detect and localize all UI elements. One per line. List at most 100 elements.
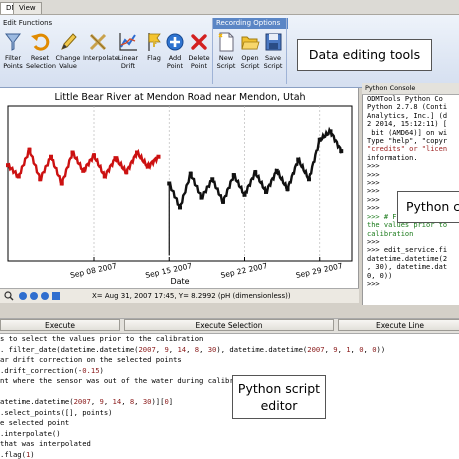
x-tick-label: Sep 22 2007 — [220, 261, 269, 280]
editor-line: atetime.datetime(2007, 9, 14, 8, 30)][0] — [0, 397, 174, 406]
data-point — [6, 163, 10, 168]
open-folder-icon — [241, 36, 260, 50]
data-point — [156, 154, 161, 159]
python-script-editor[interactable]: s to select the values prior to the cali… — [0, 334, 459, 459]
delete-point-label-2: Point — [190, 61, 208, 70]
python-script-editor-callout: Python script editor — [232, 375, 326, 419]
data-point — [145, 164, 150, 169]
data-point — [253, 170, 258, 175]
filter-points-button[interactable]: Filter Points — [0, 31, 27, 70]
delete-x-icon — [191, 34, 207, 50]
change-value-label-2: Value — [59, 61, 77, 70]
data-point — [178, 205, 182, 210]
data-point — [38, 177, 43, 182]
interpolate-icon — [89, 33, 107, 51]
console-line: "credits" or "licen — [367, 145, 448, 154]
editor-line: that was interpolated — [0, 439, 91, 448]
console-line: >>> — [367, 162, 380, 171]
execute-line-button[interactable]: Execute Line — [338, 319, 459, 331]
change-value-button[interactable]: Change Value — [54, 31, 82, 70]
console-line: Python 2.7.8 (Conti — [367, 103, 448, 112]
series-line-1 — [168, 126, 343, 208]
undo-arrow-icon — [31, 33, 50, 51]
x-tick-label: Sep 08 2007 — [69, 261, 118, 280]
forward-icon[interactable] — [30, 292, 38, 300]
data-point — [221, 199, 225, 204]
editor-line: s to select the values prior to the cali… — [0, 334, 204, 343]
data-point — [285, 187, 290, 192]
data-point — [27, 147, 32, 152]
data-point — [210, 177, 215, 182]
console-line: calibration — [367, 229, 414, 238]
python-console-callout: Python co — [397, 191, 459, 223]
data-point — [328, 129, 333, 134]
console-line: datetime.datetime(2 — [367, 254, 448, 263]
back-icon[interactable] — [19, 292, 27, 300]
plus-circle-icon — [166, 33, 184, 51]
data-point — [199, 195, 204, 200]
editor-line: ar drift correction on the selected poin… — [0, 355, 182, 364]
plot-panel: Little Bear River at Mendon Road near Me… — [0, 88, 359, 302]
console-line: >>> edit_service.fi — [367, 246, 448, 255]
data-point — [242, 192, 247, 197]
console-line: >>> — [367, 179, 380, 188]
plot-navigation-icons — [4, 291, 64, 301]
new-script-label-2: Script — [216, 61, 236, 70]
data-point — [124, 170, 129, 175]
editor-line: .drift_correction(-0.15) — [0, 365, 104, 375]
pencil-icon — [61, 33, 77, 50]
save-figure-icon[interactable] — [52, 292, 60, 300]
pan-icon[interactable] — [41, 292, 49, 300]
console-line: Analytics, Inc.] (d — [367, 111, 448, 120]
save-script-button[interactable]: Save Script — [260, 31, 286, 70]
new-script-button[interactable]: New Script — [213, 31, 239, 70]
reset-selection-button[interactable]: Reset Selection — [26, 31, 56, 70]
zoom-icon[interactable] — [4, 291, 14, 301]
top-tab-bar — [0, 0, 459, 15]
console-line: Type "help", "copyr — [367, 137, 448, 146]
editor-line: nt where the sensor was out of the water… — [0, 376, 256, 385]
reset-selection-label-2: Selection — [26, 61, 56, 70]
console-line: >>> — [367, 237, 380, 246]
python-script-callout-line2: editor — [260, 398, 298, 413]
data-point — [113, 156, 118, 161]
console-line: >>> — [367, 170, 380, 179]
data-point — [307, 177, 311, 182]
tab-view[interactable]: View — [13, 2, 42, 14]
editor-line: .interpolate() — [0, 428, 61, 438]
chart-title: Little Bear River at Mendon Road near Me… — [54, 92, 305, 103]
data-point — [16, 174, 21, 179]
plot-frame — [7, 105, 353, 262]
x-tick-label: Sep 29 2007 — [295, 261, 344, 280]
python-script-callout-line1: Python script — [237, 381, 321, 396]
console-line: information. — [367, 153, 418, 162]
edit-functions-group-label: Edit Functions — [3, 19, 53, 27]
console-line: >>> — [367, 279, 380, 288]
console-line: 0, 0)) — [367, 271, 393, 280]
execute-selection-button[interactable]: Execute Selection — [124, 319, 334, 331]
interpolate-button[interactable]: Interpolate — [83, 31, 119, 63]
delete-point-button[interactable]: Delete Point — [185, 31, 213, 70]
editor-line: e selected point — [0, 418, 70, 427]
filter-points-label-2: Points — [3, 61, 23, 70]
linear-drift-label-2: Drift — [120, 61, 136, 70]
ribbon-separator — [286, 18, 287, 84]
save-disk-icon — [265, 33, 282, 51]
x-axis-label: Date — [170, 277, 189, 286]
execute-button[interactable]: Execute — [0, 319, 120, 331]
timeseries-chart[interactable]: Little Bear River at Mendon Road near Me… — [0, 88, 358, 288]
filter-icon — [5, 33, 21, 51]
data-point — [102, 174, 107, 179]
add-point-label-2: Point — [166, 61, 184, 70]
data-point — [92, 153, 96, 158]
pane-splitter[interactable] — [0, 305, 459, 317]
data-point — [188, 171, 193, 176]
console-line: bit (AMD64)] on wi — [367, 128, 448, 137]
linear-drift-button[interactable]: Linear Drift — [114, 31, 142, 70]
line-chart-icon — [119, 33, 137, 51]
python-console-header: Python Console — [362, 83, 459, 95]
data-point — [339, 149, 344, 154]
save-script-label-2: Script — [263, 61, 283, 70]
console-line: , 30), datetime.dat — [367, 263, 448, 272]
plot-status-readout: X= Aug 31, 2007 17:45, Y= 8.2992 (pH (di… — [92, 292, 291, 300]
